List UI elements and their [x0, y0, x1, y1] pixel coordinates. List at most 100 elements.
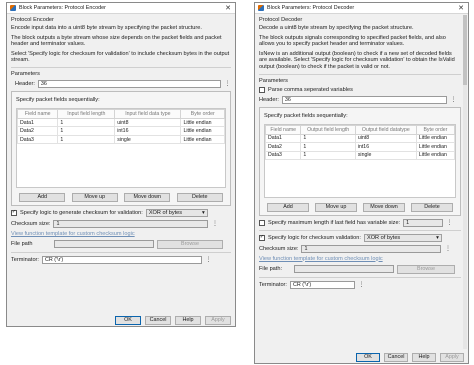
help-button[interactable]: Help	[175, 315, 201, 325]
table-cell[interactable]: Little endian	[180, 126, 225, 136]
dialog-footer: OK Cancel Help Apply	[255, 351, 468, 363]
panel-title: Specify packet fields sequentially:	[16, 96, 100, 103]
checksum-checkbox[interactable]: ✓	[11, 209, 17, 216]
table-cell[interactable]: Data3	[17, 134, 59, 145]
column-header[interactable]: Input field length	[57, 108, 116, 119]
description-line: IsNew is an additional output (boolean) …	[259, 50, 455, 70]
window-title: Block Parameters: Protocol Encoder	[19, 5, 106, 11]
table-cell[interactable]: Little endian	[180, 134, 225, 145]
close-icon[interactable]: ✕	[457, 4, 465, 12]
help-button[interactable]: Help	[412, 352, 436, 362]
table-row[interactable]: Data1 1 uint8 Little endian	[17, 117, 225, 128]
table-cell[interactable]: 1	[57, 126, 116, 136]
delete-button[interactable]: Delete	[411, 202, 453, 212]
table-cell[interactable]: uint8	[114, 117, 182, 128]
more-options-icon[interactable]: ⋮	[211, 220, 218, 227]
add-button[interactable]: Add	[19, 192, 66, 202]
table-cell[interactable]: 1	[300, 150, 356, 161]
table-cell[interactable]: 1	[300, 133, 356, 144]
more-options-icon[interactable]: ⋮	[446, 219, 453, 226]
column-header[interactable]: Byte order	[415, 124, 455, 135]
ok-button[interactable]: OK	[115, 315, 141, 325]
column-header[interactable]: Input field data type	[114, 108, 182, 119]
checksum-size-input[interactable]: 1	[301, 244, 442, 253]
more-options-icon[interactable]: ⋮	[444, 245, 451, 252]
table-cell[interactable]: Data3	[265, 150, 302, 161]
header-input[interactable]: 36	[37, 79, 222, 88]
table-cell[interactable]: Little endian	[415, 150, 455, 161]
checksum-select[interactable]: XOR of bytes ▾	[363, 233, 442, 242]
column-header[interactable]: Output field length	[300, 124, 356, 135]
terminator-input[interactable]: CR ('\r')	[289, 280, 355, 289]
table-cell[interactable]: int16	[114, 126, 182, 136]
divider	[11, 251, 231, 253]
table-cell[interactable]: Data2	[17, 126, 59, 136]
more-options-icon[interactable]: ⋮	[358, 281, 365, 288]
table-cell[interactable]: Little endian	[415, 133, 455, 144]
close-icon[interactable]: ✕	[224, 4, 232, 12]
checksum-checkbox-label: Specify logic to generate checksum for v…	[20, 209, 143, 216]
table-cell[interactable]: single	[114, 134, 182, 145]
cancel-button[interactable]: Cancel	[145, 315, 171, 325]
max-length-label: Specify maximum length if last field has…	[268, 219, 401, 226]
apply-button[interactable]: Apply	[440, 352, 464, 362]
browse-button[interactable]: Browse	[397, 264, 455, 274]
table-cell[interactable]: 1	[57, 117, 116, 128]
table-row[interactable]: Data3 1 single Little endian	[265, 150, 455, 161]
block-group-name: Protocol Decoder	[259, 17, 303, 23]
more-options-icon[interactable]: ⋮	[205, 256, 212, 263]
move-down-button[interactable]: Move down	[363, 202, 405, 212]
table-cell[interactable]: Data2	[265, 142, 302, 152]
column-header[interactable]: Field name	[17, 108, 59, 119]
header-label: Header:	[259, 96, 279, 103]
delete-button[interactable]: Delete	[176, 192, 223, 202]
more-options-icon[interactable]: ⋮	[450, 96, 457, 103]
function-template-link[interactable]: View function template for custom checks…	[259, 256, 461, 262]
table-cell[interactable]: Little endian	[180, 117, 225, 128]
checksum-size-label: Checksum size:	[259, 245, 299, 252]
header-input[interactable]: 36	[281, 95, 447, 104]
add-button[interactable]: Add	[267, 202, 309, 212]
move-up-button[interactable]: Move up	[71, 192, 118, 202]
select-value: XOR of bytes	[366, 234, 401, 241]
table-cell[interactable]: single	[354, 150, 417, 161]
function-template-link[interactable]: View function template for custom checks…	[11, 231, 231, 237]
vertical-scrollbar[interactable]	[463, 15, 467, 349]
table-cell[interactable]: int16	[354, 142, 417, 152]
decoder-dialog: Block Parameters: Protocol Decoder ✕ Pro…	[254, 2, 469, 364]
more-options-icon[interactable]: ⋮	[224, 80, 231, 87]
chevron-down-icon: ▾	[202, 209, 205, 216]
parse-comma-checkbox[interactable]	[259, 86, 265, 93]
column-header[interactable]: Byte order	[180, 108, 225, 119]
select-value: XOR of bytes	[148, 209, 183, 216]
move-up-button[interactable]: Move up	[315, 202, 357, 212]
checksum-checkbox[interactable]: ✓	[259, 234, 265, 241]
file-path-input[interactable]	[54, 240, 154, 249]
table-row[interactable]: Data1 1 uint8 Little endian	[265, 133, 455, 144]
column-header[interactable]: Field name	[265, 124, 302, 135]
table-cell[interactable]: Data1	[17, 117, 59, 128]
table-row[interactable]: Data2 1 int16 Little endian	[17, 126, 225, 136]
browse-button[interactable]: Browse	[157, 239, 223, 249]
table-cell[interactable]: 1	[57, 134, 116, 145]
max-length-input[interactable]: 1	[403, 218, 444, 227]
ok-button[interactable]: OK	[356, 352, 380, 362]
parameters-label: Parameters	[259, 77, 288, 84]
max-length-checkbox[interactable]	[259, 219, 265, 226]
cancel-button[interactable]: Cancel	[384, 352, 408, 362]
table-cell[interactable]: Little endian	[415, 142, 455, 152]
move-down-button[interactable]: Move down	[124, 192, 171, 202]
checksum-size-input[interactable]: 1	[53, 219, 209, 228]
block-description: Encode input data into a uint8 byte stre…	[11, 25, 231, 64]
table-cell[interactable]: Data1	[265, 133, 302, 144]
terminator-input[interactable]: CR ('\r')	[41, 255, 202, 264]
table-cell[interactable]: 1	[300, 142, 356, 152]
table-row[interactable]: Data2 1 int16 Little endian	[265, 142, 455, 152]
checksum-select[interactable]: XOR of bytes ▾	[145, 208, 208, 217]
scrollbar-thumb[interactable]	[463, 15, 467, 85]
column-header[interactable]: Output field datatype	[354, 124, 417, 135]
apply-button[interactable]: Apply	[205, 315, 231, 325]
table-cell[interactable]: uint8	[354, 133, 417, 144]
table-row[interactable]: Data3 1 single Little endian	[17, 134, 225, 145]
file-path-input[interactable]	[294, 265, 394, 274]
